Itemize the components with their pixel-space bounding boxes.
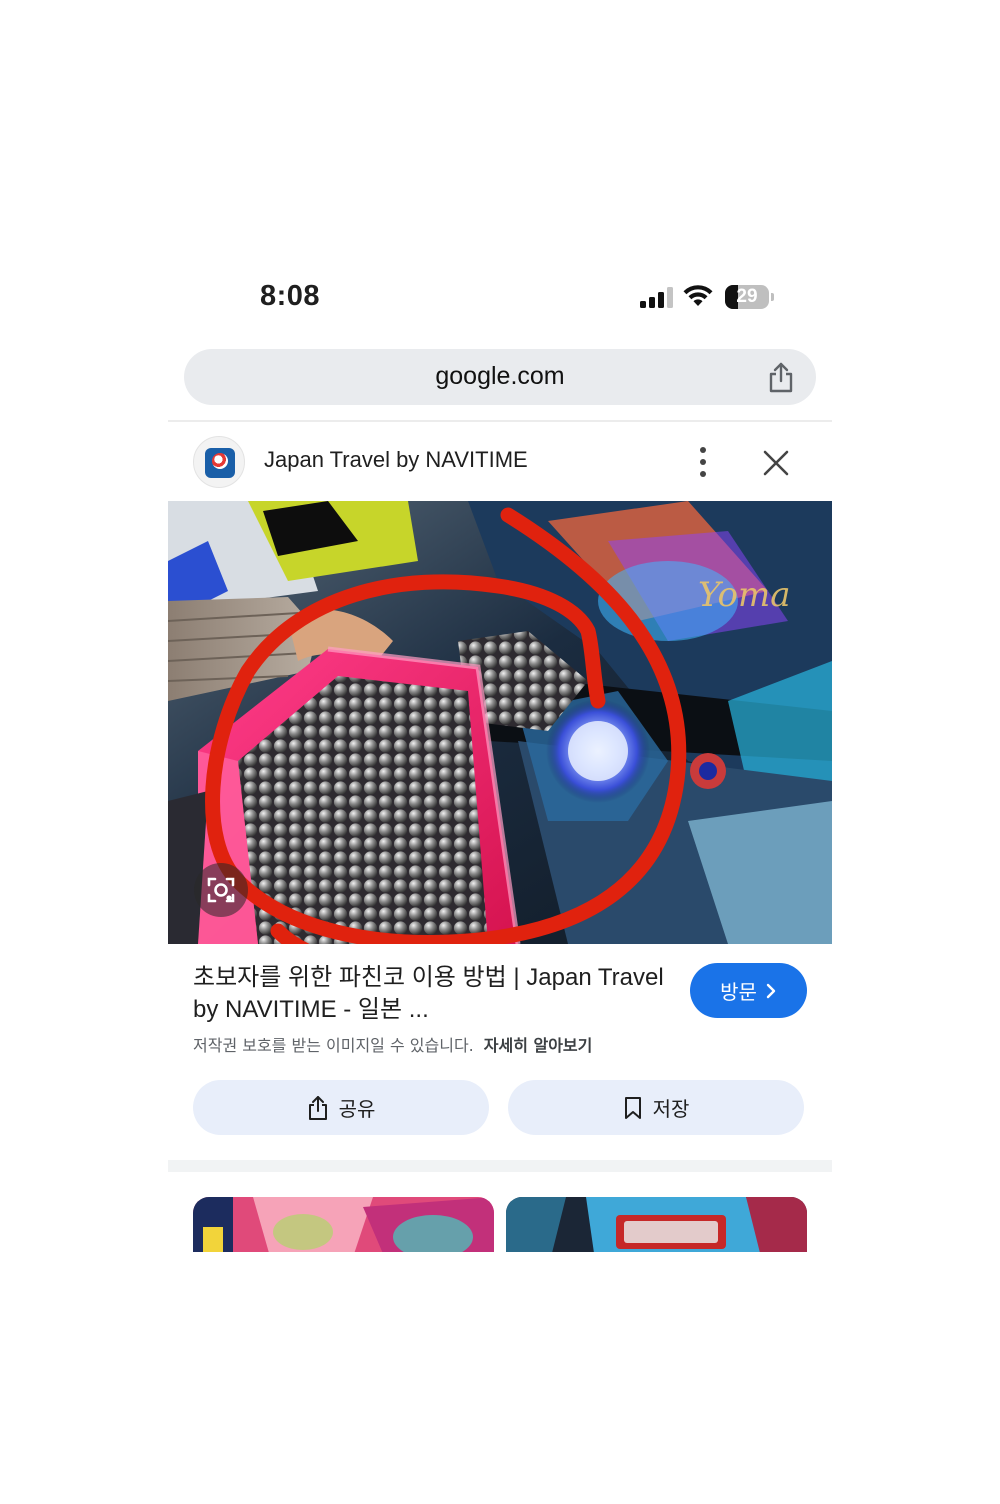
more-vert-icon[interactable] — [690, 444, 716, 480]
url-text[interactable]: google.com — [184, 362, 816, 391]
svg-text:Yoma: Yoma — [698, 575, 790, 615]
copyright-notice: 저작권 보호를 받는 이미지일 수 있습니다. — [193, 1036, 474, 1055]
cellular-signal-icon — [640, 286, 674, 308]
bookmark-icon — [624, 1096, 641, 1119]
pachinko-photo: Yoma — [168, 501, 832, 944]
result-image[interactable]: Yoma — [168, 501, 832, 944]
related-image — [506, 1197, 807, 1252]
status-time: 8:08 — [260, 280, 321, 312]
source-header: Japan Travel by NAVITIME — [168, 434, 832, 490]
visit-label: 방문 — [720, 980, 757, 1004]
share-icon — [308, 1095, 327, 1120]
share-icon[interactable] — [766, 361, 796, 393]
battery-level: 29 — [736, 286, 758, 307]
google-lens-button[interactable] — [194, 863, 248, 917]
save-label: 저장 — [652, 1097, 690, 1121]
related-image-thumbnail[interactable] — [193, 1197, 494, 1252]
phone-screen: 8:08 29 google.com Japan Travel by NAVIT… — [168, 262, 832, 1252]
share-label: 공유 — [338, 1097, 376, 1121]
address-bar[interactable]: google.com — [184, 349, 816, 405]
result-title[interactable]: 초보자를 위한 파친코 이용 방법 | Japan Travel by NAVI… — [193, 962, 673, 1026]
copyright-notice-row: 저작권 보호를 받는 이미지일 수 있습니다. 자세히 알아보기 — [193, 1032, 592, 1056]
status-bar: 8:08 29 — [168, 262, 832, 332]
learn-more-link[interactable]: 자세히 알아보기 — [484, 1036, 593, 1055]
source-name[interactable]: Japan Travel by NAVITIME — [264, 447, 528, 473]
related-image-thumbnail[interactable] — [506, 1197, 807, 1252]
navitime-logo-icon — [205, 448, 235, 478]
chevron-right-icon — [766, 983, 776, 998]
battery-nub — [771, 293, 774, 301]
wifi-icon — [683, 285, 713, 306]
share-button[interactable]: 공유 — [193, 1080, 489, 1135]
visit-button[interactable]: 방문 — [690, 963, 807, 1018]
divider — [168, 420, 832, 422]
lens-icon — [207, 877, 235, 903]
related-image — [193, 1197, 494, 1252]
save-button[interactable]: 저장 — [508, 1080, 804, 1135]
close-icon[interactable] — [760, 447, 792, 479]
source-logo-icon[interactable] — [193, 436, 245, 488]
battery-icon: 29 — [725, 285, 769, 309]
section-divider — [168, 1160, 832, 1172]
